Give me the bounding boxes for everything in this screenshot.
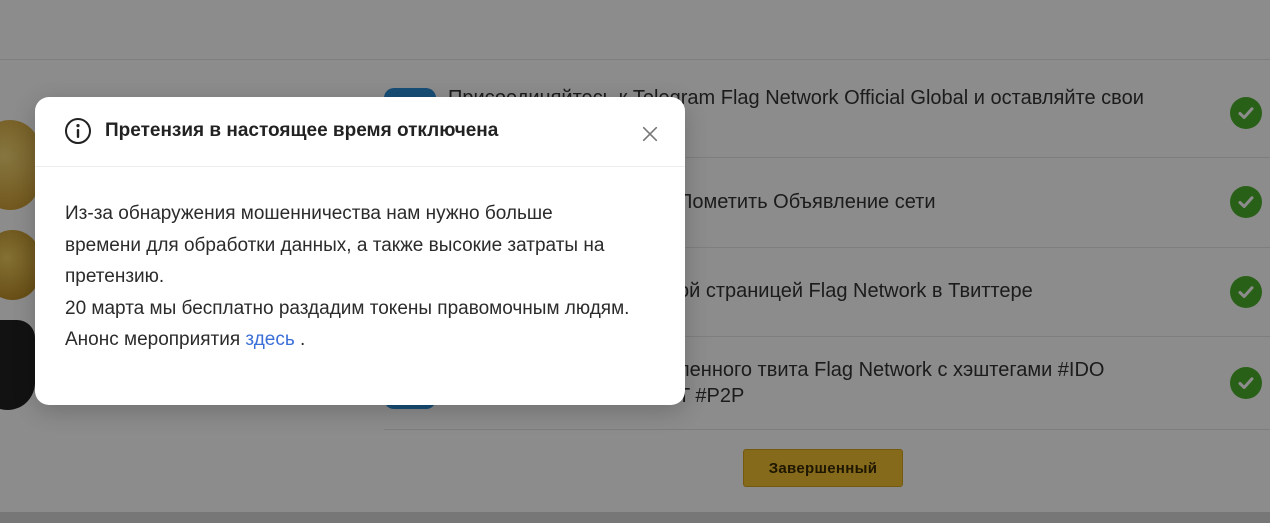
page: Присоединяйтесь к Telegram Flag Network …: [0, 0, 1270, 523]
modal-title: Претензия в настоящее время отключена: [105, 120, 499, 141]
close-button[interactable]: [635, 119, 665, 149]
body-text: времени для обработки данных, а также вы…: [65, 234, 605, 256]
body-text: 20 марта мы бесплатно раздадим токены пр…: [65, 297, 630, 319]
body-text: претензию.: [65, 266, 165, 287]
modal-header: Претензия в настоящее время отключена: [35, 97, 685, 167]
announcement-line: Анонс мероприятия здесь .: [65, 324, 665, 356]
announcement-prefix: Анонс мероприятия: [65, 329, 241, 350]
announcement-suffix: .: [294, 329, 306, 350]
modal-body: Из-за обнаружения мошенничества нам нужн…: [65, 198, 665, 356]
claim-disabled-modal: Претензия в настоящее время отключена Из…: [35, 97, 685, 405]
body-text: Из-за обнаружения мошенничества нам нужн…: [65, 203, 553, 224]
announcement-link[interactable]: здесь: [245, 329, 294, 350]
info-icon: [65, 118, 91, 144]
close-icon: [642, 126, 658, 142]
